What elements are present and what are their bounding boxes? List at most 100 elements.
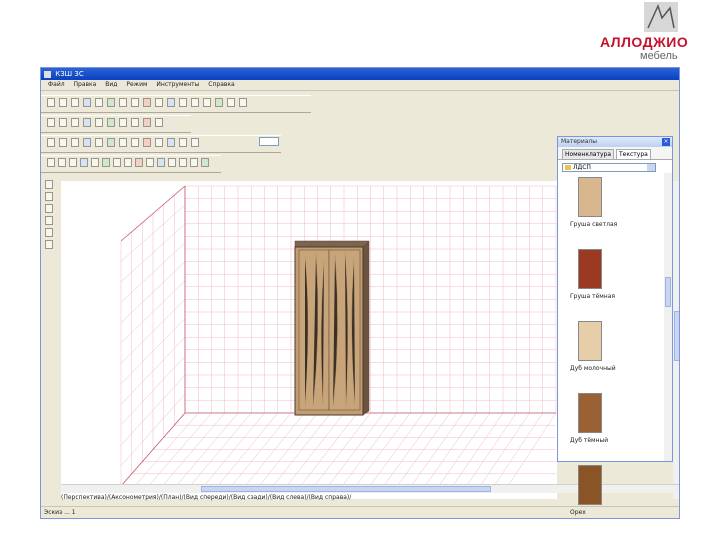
palette-icon[interactable] <box>135 158 143 167</box>
snap-icon[interactable] <box>124 158 132 167</box>
material-label: Дуб молочный <box>570 365 616 372</box>
line-icon[interactable] <box>58 158 66 167</box>
material-label: Груша светлая <box>570 221 618 228</box>
open-icon[interactable] <box>59 98 67 107</box>
drawer-icon[interactable] <box>95 138 103 147</box>
door-icon[interactable] <box>71 138 79 147</box>
material-swatch[interactable] <box>578 465 602 505</box>
material-swatch[interactable] <box>578 393 602 433</box>
zoom-icon[interactable] <box>45 228 53 237</box>
materials-panel-scrollbar[interactable] <box>664 173 672 461</box>
light-icon[interactable] <box>131 118 139 127</box>
viewport-vertical-scrollbar[interactable] <box>673 181 679 499</box>
print-icon[interactable] <box>83 98 91 107</box>
zoom-combo[interactable] <box>259 137 279 146</box>
paste-icon[interactable] <box>119 98 127 107</box>
materials-panel: Материалы × Номенклатура Текстура ЛДСП Г… <box>557 136 673 516</box>
grid-icon[interactable] <box>47 118 55 127</box>
material-folder-select[interactable]: ЛДСП <box>562 163 656 172</box>
chevron-down-icon[interactable] <box>647 164 655 171</box>
select-icon[interactable] <box>45 180 53 189</box>
frame-icon[interactable] <box>191 98 199 107</box>
left-toolbar <box>43 180 57 260</box>
frame-icon[interactable] <box>215 98 223 107</box>
copy-icon[interactable] <box>107 98 115 107</box>
layer-icon[interactable] <box>119 118 127 127</box>
text-icon[interactable] <box>113 158 121 167</box>
grid-icon[interactable] <box>47 158 55 167</box>
menu-edit[interactable]: Правка <box>74 81 97 88</box>
new-icon[interactable] <box>47 98 55 107</box>
undo-icon[interactable] <box>131 98 139 107</box>
light-icon[interactable] <box>179 158 187 167</box>
frame-icon[interactable] <box>203 98 211 107</box>
arrow-icon[interactable] <box>239 98 247 107</box>
cut-icon[interactable] <box>95 98 103 107</box>
circle-icon[interactable] <box>80 158 88 167</box>
box-icon[interactable] <box>47 138 55 147</box>
title-bar: К3Ш 3С <box>41 68 679 80</box>
shelf-icon[interactable] <box>83 138 91 147</box>
menu-help[interactable]: Справка <box>208 81 234 88</box>
material-swatch[interactable] <box>578 249 602 289</box>
brand-tagline: мебель <box>640 50 678 62</box>
materials-panel-title-text: Материалы <box>561 138 597 145</box>
dim-icon[interactable] <box>102 158 110 167</box>
materials-panel-scrollbar-thumb[interactable] <box>665 277 671 307</box>
color-icon[interactable] <box>167 138 175 147</box>
view-icon[interactable] <box>167 98 175 107</box>
material-swatch[interactable] <box>578 177 602 217</box>
texture-icon[interactable] <box>119 138 127 147</box>
paint-icon[interactable] <box>168 158 176 167</box>
frame-icon[interactable] <box>227 98 235 107</box>
material-icon[interactable] <box>131 138 139 147</box>
rotate-icon[interactable] <box>45 204 53 213</box>
menu-mode[interactable]: Режим <box>126 81 147 88</box>
frame-icon[interactable] <box>179 98 187 107</box>
scale-icon[interactable] <box>45 216 53 225</box>
material-swatch[interactable] <box>578 321 602 361</box>
material-icon[interactable] <box>179 138 187 147</box>
tab-texture[interactable]: Текстура <box>616 149 651 159</box>
tab-nomenclature[interactable]: Номенклатура <box>562 149 614 159</box>
render-icon[interactable] <box>201 158 209 167</box>
folder-icon <box>565 165 571 170</box>
viewport-horizontal-scrollbar-thumb[interactable] <box>201 486 491 492</box>
save-icon[interactable] <box>71 98 79 107</box>
toolbar-1 <box>41 95 311 113</box>
rotate-icon[interactable] <box>71 118 79 127</box>
zoom-icon[interactable] <box>155 98 163 107</box>
menu-tools[interactable]: Инструменты <box>156 81 199 88</box>
view-tabs[interactable]: (Перспектива)/(Аксонометрия)/(План)/(Вид… <box>61 493 661 503</box>
color-icon[interactable] <box>157 158 165 167</box>
wardrobe-icon[interactable] <box>155 138 163 147</box>
menu-view[interactable]: Вид <box>105 81 117 88</box>
snap-icon[interactable] <box>107 118 115 127</box>
hatch-icon[interactable] <box>146 158 154 167</box>
close-icon[interactable]: × <box>662 138 670 146</box>
book-icon[interactable] <box>191 138 199 147</box>
handle-icon[interactable] <box>107 138 115 147</box>
menu-bar: Файл Правка Вид Режим Инструменты Справк… <box>41 80 679 91</box>
viewport-vertical-scrollbar-thumb[interactable] <box>674 311 679 361</box>
align-icon[interactable] <box>95 118 103 127</box>
move-icon[interactable] <box>45 192 53 201</box>
material-folder-value: ЛДСП <box>573 164 591 171</box>
measure-icon[interactable] <box>91 158 99 167</box>
wardrobe[interactable] <box>294 240 370 416</box>
move-icon[interactable] <box>59 118 67 127</box>
room-viewport[interactable] <box>61 181 557 499</box>
pan-icon[interactable] <box>45 240 53 249</box>
rect-icon[interactable] <box>69 158 77 167</box>
redo-icon[interactable] <box>143 98 151 107</box>
material-label: Орех <box>570 509 586 516</box>
menu-file[interactable]: Файл <box>48 81 65 88</box>
panel-icon[interactable] <box>59 138 67 147</box>
camera-icon[interactable] <box>143 138 151 147</box>
scale-icon[interactable] <box>83 118 91 127</box>
window-title: К3Ш 3С <box>55 70 84 78</box>
bulb-icon[interactable] <box>190 158 198 167</box>
camera-icon[interactable] <box>143 118 151 127</box>
render-icon[interactable] <box>155 118 163 127</box>
materials-panel-tabs: Номенклатура Текстура <box>558 147 672 160</box>
